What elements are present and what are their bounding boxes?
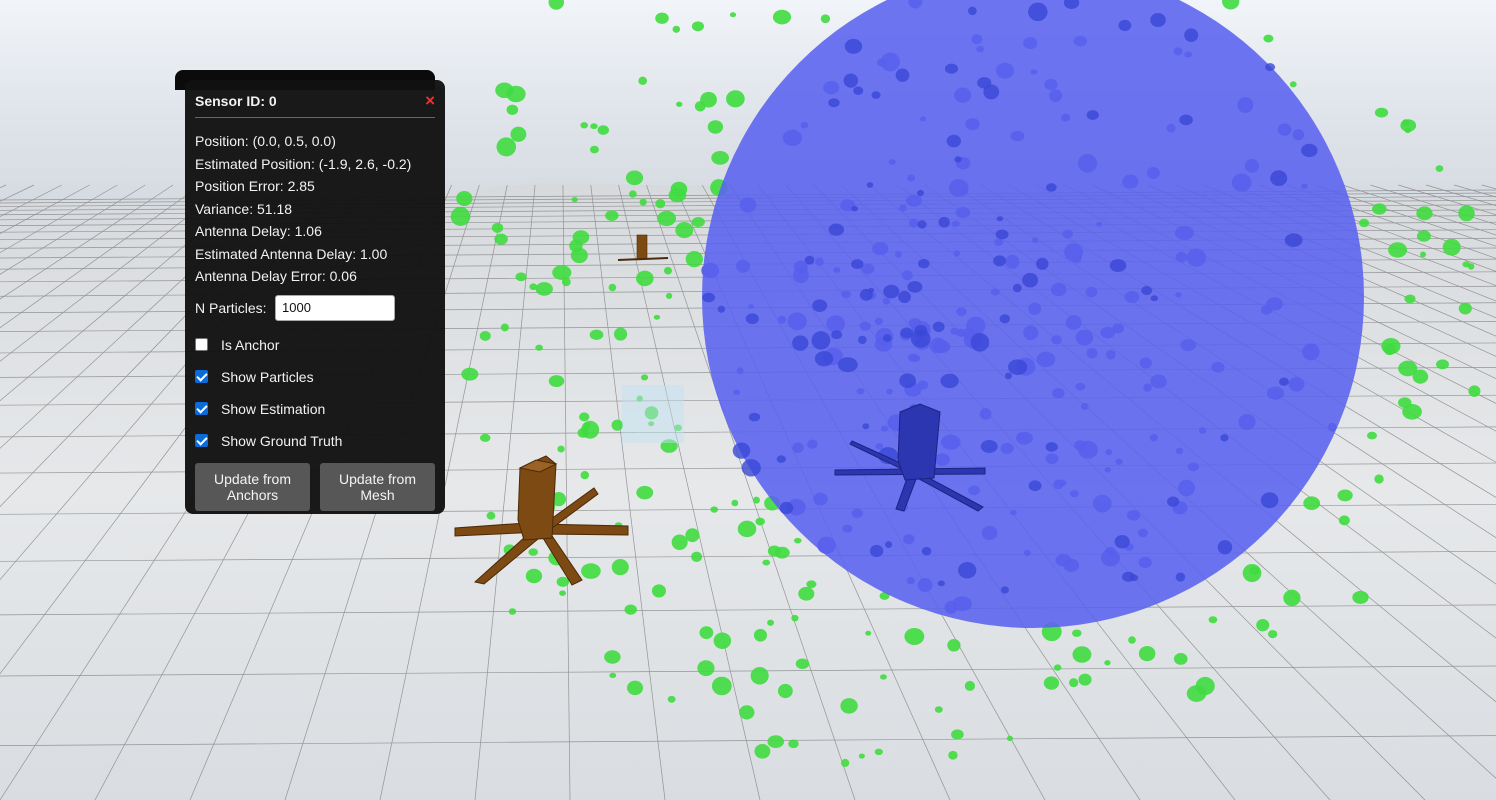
show-ground-truth-checkbox[interactable]	[195, 434, 208, 447]
particles-row: N Particles:	[195, 293, 435, 323]
update-from-anchors-button[interactable]: Update from Anchors	[195, 462, 310, 511]
is-anchor-label: Is Anchor	[221, 336, 280, 353]
particles-input[interactable]	[275, 294, 395, 321]
sensor-info-list: Position: (0.0, 0.5, 0.0) Estimated Posi…	[195, 130, 435, 288]
show-estimation-label: Show Estimation	[221, 400, 326, 417]
info-position-error: Position Error: 2.85	[195, 178, 315, 194]
info-variance: Variance: 51.18	[195, 200, 293, 217]
update-from-mesh-button[interactable]: Update from Mesh	[320, 462, 435, 511]
info-position: Position: (0.0, 0.5, 0.0)	[195, 133, 336, 149]
info-antenna-delay: Antenna Delay: 1.06	[195, 223, 322, 239]
show-ground-truth-label: Show Ground Truth	[221, 432, 343, 449]
checkbox-row-is-anchor[interactable]: Is Anchor	[195, 329, 435, 361]
info-estimated-position: Estimated Position: (-1.9, 2.6, -0.2)	[195, 155, 412, 172]
show-particles-label: Show Particles	[221, 368, 314, 385]
is-anchor-checkbox[interactable]	[195, 338, 208, 351]
sensor-info-panel: Sensor ID: 0 × Position: (0.0, 0.5, 0.0)…	[185, 80, 445, 514]
close-icon[interactable]: ×	[425, 92, 435, 109]
checkbox-row-show-particles[interactable]: Show Particles	[195, 361, 435, 393]
info-antenna-delay-error: Antenna Delay Error: 0.06	[195, 268, 357, 284]
show-estimation-checkbox[interactable]	[195, 402, 208, 415]
checkbox-row-show-ground-truth[interactable]: Show Ground Truth	[195, 425, 435, 457]
checkbox-row-show-estimation[interactable]: Show Estimation	[195, 393, 435, 425]
panel-title: Sensor ID: 0	[195, 93, 277, 109]
info-estimated-antenna-delay: Estimated Antenna Delay: 1.00	[195, 245, 388, 262]
panel-header: Sensor ID: 0 ×	[195, 90, 435, 118]
show-particles-checkbox[interactable]	[195, 370, 208, 383]
particles-label: N Particles:	[195, 299, 267, 316]
